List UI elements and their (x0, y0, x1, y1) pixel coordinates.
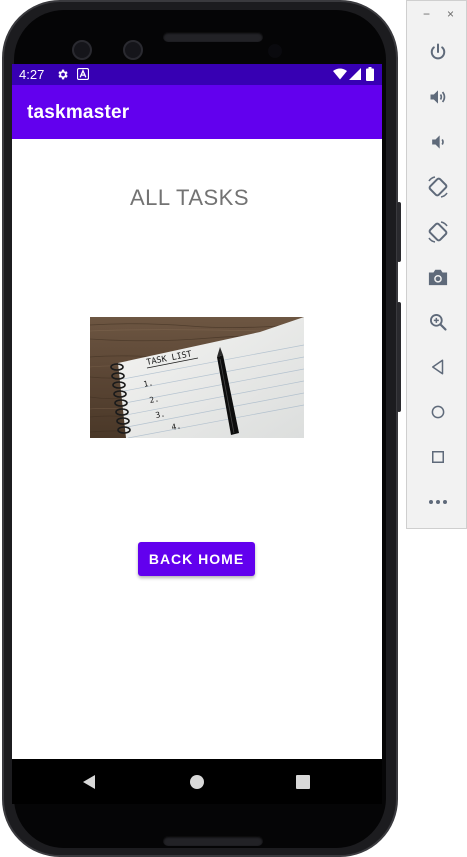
rotate-right-button[interactable] (421, 217, 455, 247)
back-icon (432, 359, 444, 375)
rotate-left-button[interactable] (421, 172, 455, 202)
signal-icon (349, 68, 361, 80)
volume-up-icon (430, 90, 446, 104)
camera-icon (428, 269, 448, 286)
overview-icon (432, 451, 444, 463)
volume-down-button[interactable] (421, 127, 455, 157)
page-heading: ALL TASKS (129, 185, 250, 210)
status-time: 4:27 (19, 67, 45, 82)
bottom-speaker (163, 836, 263, 846)
task-list-image: TASK LIST 1. 2. 3. 4. (90, 317, 304, 438)
app-bar: taskmaster (12, 85, 382, 139)
list-number-3: 3. (155, 409, 166, 420)
minimize-button[interactable]: − (423, 7, 430, 21)
volume-down-icon (432, 135, 444, 149)
toolbar-back-button[interactable] (421, 352, 455, 382)
volume-side-button (397, 302, 401, 412)
screenshot-button[interactable] (421, 262, 455, 292)
power-button[interactable] (421, 37, 455, 67)
more-options-button[interactable] (421, 487, 455, 517)
more-icon (429, 500, 447, 504)
a-badge-icon (77, 68, 89, 80)
volume-up-button[interactable] (421, 82, 455, 112)
home-icon (190, 774, 204, 789)
status-bar: 4:27 (12, 64, 382, 85)
earpiece-speaker (163, 32, 263, 42)
battery-icon (366, 67, 374, 81)
nav-home-button[interactable] (167, 759, 227, 804)
zoom-button[interactable] (421, 307, 455, 337)
wifi-icon (333, 68, 347, 80)
power-side-button (397, 202, 401, 262)
zoom-icon (430, 314, 447, 331)
toolbar-home-button[interactable] (421, 397, 455, 427)
nav-back-button[interactable] (59, 759, 119, 804)
front-sensor-icon (123, 40, 143, 60)
settings-icon (58, 69, 68, 80)
nav-recents-button[interactable] (273, 759, 333, 804)
close-button[interactable]: × (447, 7, 454, 21)
emulator-toolbar: − × (406, 0, 467, 529)
list-number-1: 1. (143, 378, 154, 389)
recents-icon (296, 774, 310, 789)
rotate-right-icon (428, 221, 448, 243)
rotate-left-icon (428, 176, 448, 198)
list-number-2: 2. (149, 394, 160, 405)
front-camera-icon (72, 40, 92, 60)
back-home-button[interactable]: BACK HOME (138, 542, 255, 576)
toolbar-overview-button[interactable] (421, 442, 455, 472)
device-screen: 4:27 taskmaster ALL TASKS TASK LIST 1. 2… (12, 64, 382, 804)
app-title: taskmaster (27, 102, 130, 123)
proximity-sensor-icon (268, 44, 282, 58)
home-icon (431, 405, 445, 419)
power-icon (430, 43, 446, 60)
back-icon (83, 774, 95, 789)
navigation-bar (12, 759, 382, 804)
list-number-4: 4. (171, 421, 182, 432)
